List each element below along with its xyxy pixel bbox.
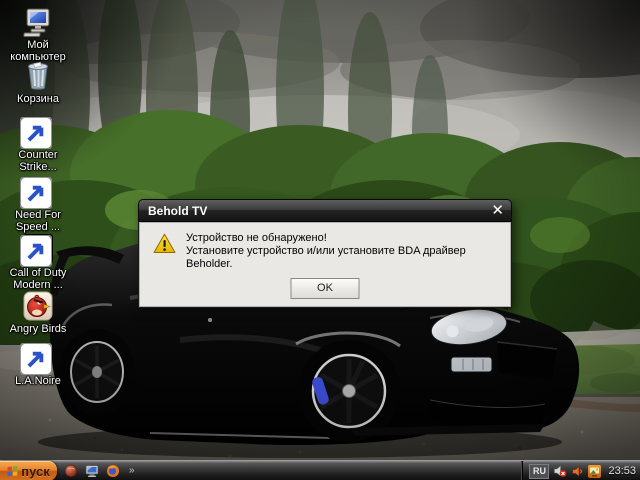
- dialog-message-line2: Установите устройство и/или установите B…: [186, 245, 511, 271]
- speaker-icon[interactable]: [571, 465, 584, 478]
- shortcut-arrow-icon: [20, 235, 52, 267]
- shortcut-arrow-icon: [20, 343, 52, 375]
- desktop-icon-label: Call of Duty Modern ...: [2, 267, 74, 291]
- behold-tv-dialog: Behold TV ✕ Устройство не обнаружено! Ус…: [138, 199, 512, 307]
- close-icon[interactable]: ✕: [491, 200, 504, 222]
- recycle-bin-icon: [22, 60, 54, 92]
- taskbar: пуск »: [0, 460, 640, 480]
- start-button[interactable]: пуск: [0, 461, 57, 480]
- ok-button[interactable]: OK: [291, 278, 360, 299]
- desktop-icon-label: L.A.Noire: [2, 375, 74, 387]
- shortcut-arrow-icon: [20, 117, 52, 149]
- desktop-icon-my-computer[interactable]: Мой компьютер: [2, 6, 74, 63]
- desktop-icon-label: Need For Speed ...: [2, 209, 74, 233]
- dialog-body: Устройство не обнаружено! Установите уст…: [138, 221, 512, 308]
- my-computer-icon: [22, 6, 54, 38]
- la-noire-icon: [22, 342, 54, 374]
- dialog-title: Behold TV: [148, 204, 207, 218]
- quick-launch-overflow-chevron[interactable]: »: [129, 461, 135, 480]
- start-button-label: пуск: [21, 464, 50, 479]
- angry-birds-icon: [22, 290, 54, 322]
- language-indicator[interactable]: RU: [529, 464, 549, 479]
- call-of-duty-icon: 2: [22, 234, 54, 266]
- desktop: Мой компьютер Корзина: [0, 0, 640, 480]
- counter-strike-icon: [22, 116, 54, 148]
- desktop-icon-need-for-speed[interactable]: Need For Speed ...: [2, 176, 74, 233]
- dialog-message-line1: Устройство не обнаружено!: [186, 232, 511, 245]
- system-tray: RU 23:53: [522, 461, 636, 480]
- desktop-icon-recycle-bin[interactable]: Корзина: [2, 60, 74, 105]
- desktop-icon-call-of-duty[interactable]: 2 Call of Duty Modern ...: [2, 234, 74, 291]
- desktop-icon-label: Angry Birds: [2, 323, 74, 335]
- shortcut-arrow-icon: [20, 177, 52, 209]
- desktop-icon-label: Корзина: [2, 93, 74, 105]
- volume-muted-icon[interactable]: [553, 464, 567, 478]
- need-for-speed-icon: [22, 176, 54, 208]
- quick-launch-firefox-icon[interactable]: [106, 464, 120, 478]
- windows-flag-icon: [7, 466, 18, 477]
- quick-launch-bar: »: [64, 461, 135, 480]
- desktop-icon-counter-strike[interactable]: Counter Strike...: [2, 116, 74, 173]
- tray-clock[interactable]: 23:53: [608, 465, 636, 477]
- behold-tv-tray-icon[interactable]: [588, 465, 601, 478]
- dialog-title-bar[interactable]: Behold TV ✕: [138, 199, 512, 221]
- desktop-icon-angry-birds[interactable]: Angry Birds: [2, 290, 74, 335]
- desktop-icon-la-noire[interactable]: L.A.Noire: [2, 342, 74, 387]
- quick-launch-monitor-icon[interactable]: [85, 464, 99, 478]
- desktop-icon-label: Counter Strike...: [2, 149, 74, 173]
- quick-launch-browser-icon[interactable]: [64, 464, 78, 478]
- warning-icon: [153, 233, 176, 254]
